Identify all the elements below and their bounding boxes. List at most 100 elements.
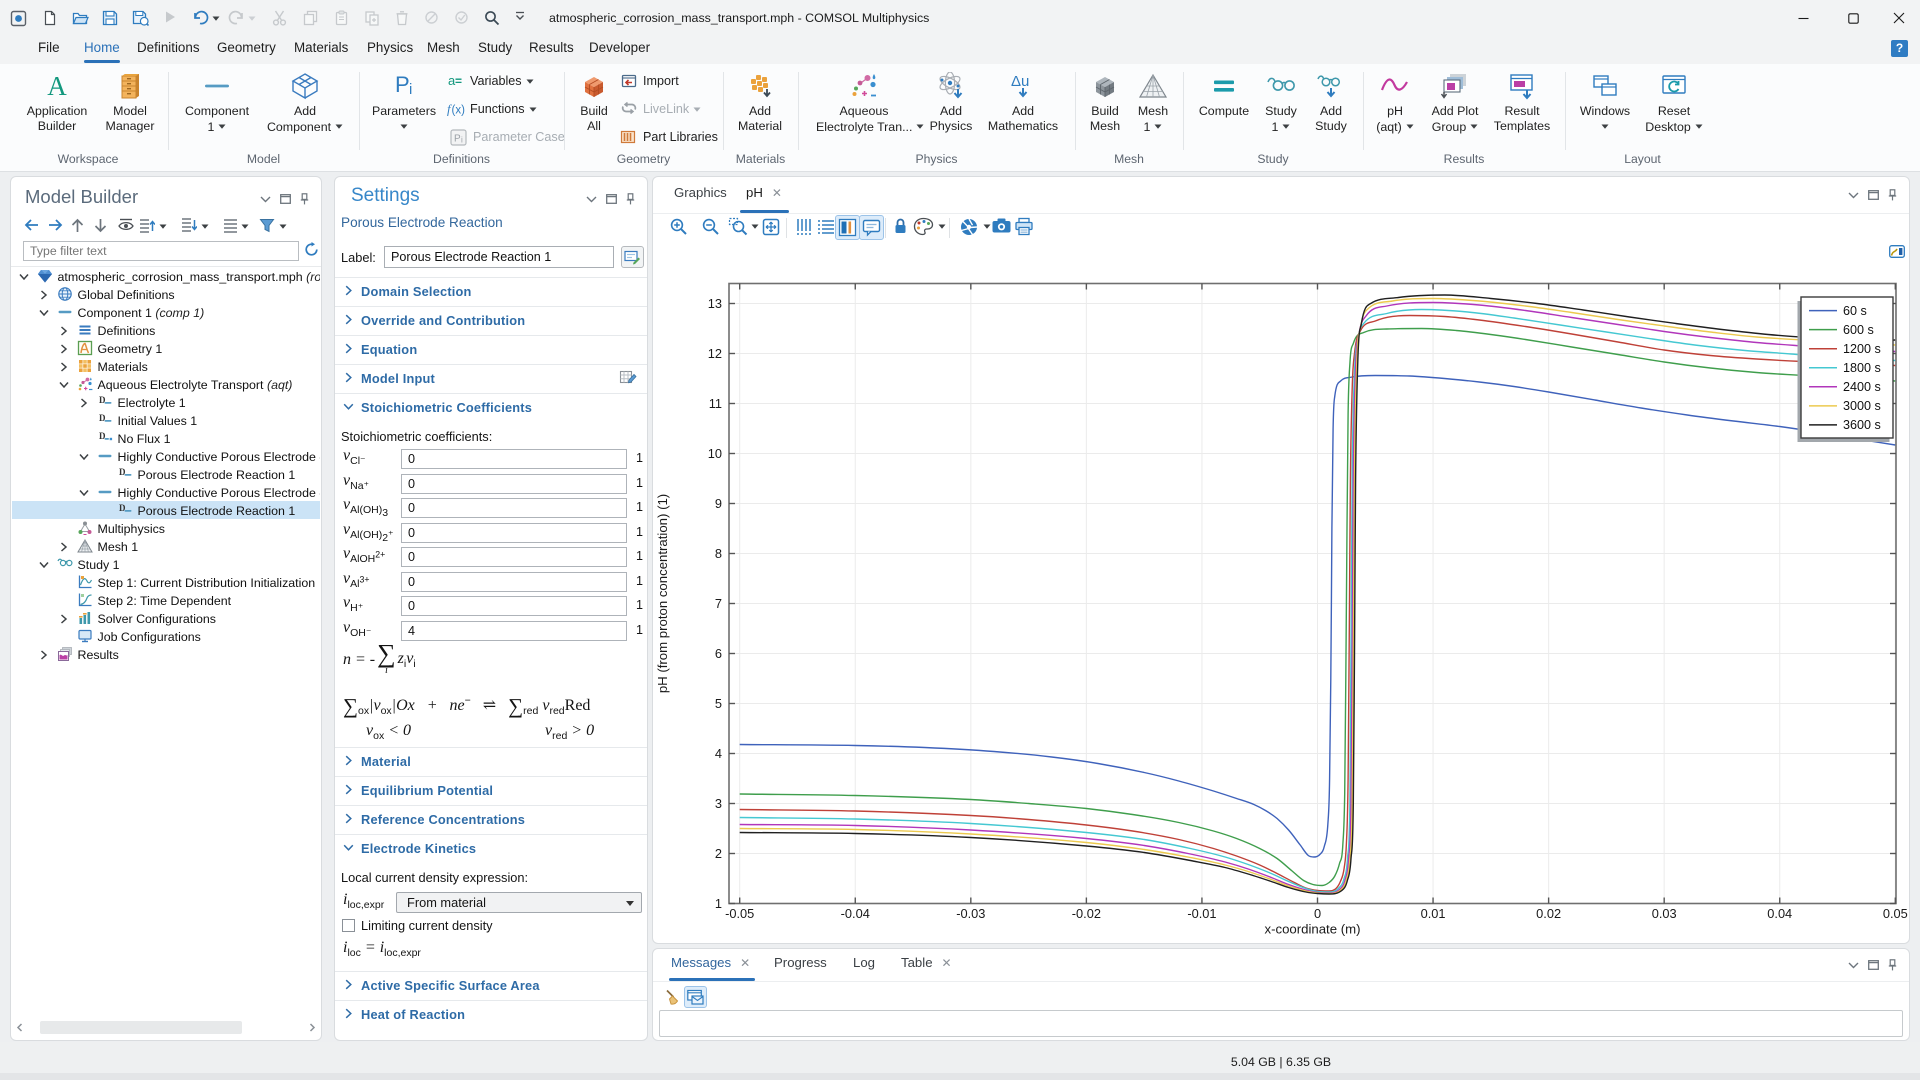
tree-item[interactable]: Highly Conductive Porous Electrode - A [12,447,320,465]
tree-item[interactable]: Study 1 [12,555,320,573]
rename-button[interactable] [621,246,644,268]
tree-item[interactable]: DElectrolyte 1 [12,393,320,411]
tree-expand-icon[interactable] [39,290,48,300]
paste-icon[interactable] [334,10,351,27]
close-button[interactable] [1876,0,1920,36]
ribbon-tab-mesh[interactable]: Mesh [427,40,460,55]
zoom-extents-icon[interactable] [761,217,781,237]
messages-tab-table[interactable]: Table✕ [901,955,952,970]
dropdown-caret-icon[interactable] [212,16,229,33]
panel-pin-icon[interactable] [626,193,635,205]
filter-text-input[interactable] [23,241,299,261]
ribbon-button-reset-desktop[interactable]: ResetDesktop [1626,68,1722,135]
expand-section-icon[interactable] [345,813,352,824]
save-icon[interactable] [102,10,119,27]
tree-collapse-icon[interactable] [19,272,29,281]
tree-item[interactable]: Materials [12,357,320,375]
delete-icon[interactable] [395,10,412,27]
tree-expand-icon[interactable] [79,398,88,408]
close-tab-icon[interactable]: ✕ [942,956,952,970]
y-grid-icon[interactable] [816,217,836,237]
panel-collapse-icon[interactable] [1848,192,1859,199]
filter-funnel-icon[interactable] [259,218,275,233]
run-icon[interactable] [163,10,180,27]
tree-expand-icon[interactable] [59,542,68,552]
tree-item[interactable]: Multiphysics [12,519,320,537]
message-window-icon[interactable] [684,986,707,1008]
duplicate-icon[interactable] [364,10,381,27]
dropdown-caret-icon[interactable] [983,224,991,229]
show-eye-icon[interactable] [117,218,135,232]
ribbon-tab-developer[interactable]: Developer [589,40,650,55]
tree-item[interactable]: Step 1: Current Distribution Initializat… [12,573,320,591]
local-current-density-dropdown[interactable]: From material [396,892,642,913]
expand-section-icon[interactable] [345,979,352,990]
section-header-electrode-kinetics[interactable]: Electrode Kinetics [335,834,647,862]
stoich-coefficient-input[interactable] [401,523,627,543]
overflow-chevron-icon[interactable] [514,10,531,27]
panel-float-icon[interactable] [1868,190,1879,200]
maximize-button[interactable] [1830,0,1876,36]
panel-pin-icon[interactable] [1888,959,1897,971]
scroll-right-icon[interactable] [306,1021,318,1034]
messages-tab-progress[interactable]: Progress [774,955,827,970]
nav-forward-icon[interactable] [47,218,64,232]
dropdown-caret-icon[interactable] [241,224,249,229]
save-to-icon[interactable] [132,10,149,27]
ribbon-tab-geometry[interactable]: Geometry [217,40,276,55]
zoom-out-icon[interactable] [701,217,721,237]
collapse-section-icon[interactable] [343,844,354,851]
section-header-reference-concentrations[interactable]: Reference Concentrations [335,805,647,833]
tree-item[interactable]: Component 1 (comp 1) [12,303,320,321]
tree-item[interactable]: Definitions [12,321,320,339]
ribbon-button-part-libraries[interactable]: Part Libraries [620,126,718,148]
dropdown-caret-icon[interactable] [159,224,167,229]
tree-item[interactable]: Solver Configurations [12,609,320,627]
stoich-coefficient-input[interactable] [401,474,627,494]
panel-collapse-icon[interactable] [586,196,597,203]
tree-expand-icon[interactable] [59,614,68,624]
messages-tab-log[interactable]: Log [853,955,875,970]
graphics-tab-graphics[interactable]: Graphics [674,185,727,200]
cut-icon[interactable] [272,10,289,27]
ribbon-button-model-manager[interactable]: ModelManager [82,68,178,134]
tree-collapse-icon[interactable] [39,560,49,569]
tree-expand-icon[interactable] [59,326,68,336]
tree-collapse-icon[interactable] [79,488,89,497]
x-grid-icon[interactable] [794,217,814,237]
tree-item[interactable]: Job Configurations [12,627,320,645]
tree-item[interactable]: Results [12,645,320,663]
stoich-coefficient-input[interactable] [401,572,627,592]
section-header-model-input[interactable]: Model Input [335,364,647,392]
node-group-icon[interactable] [223,218,238,233]
stoich-coefficient-input[interactable] [401,621,627,641]
move-down-icon[interactable] [94,218,107,233]
enable-node-icon[interactable] [454,10,471,27]
panel-collapse-icon[interactable] [260,196,271,203]
lock-icon[interactable] [893,217,908,235]
scrollbar-thumb[interactable] [40,1021,242,1034]
minimize-button[interactable] [1780,0,1826,36]
camera-icon[interactable] [991,217,1012,234]
panel-float-icon[interactable] [606,194,617,204]
tree-item[interactable]: Highly Conductive Porous Electrode - C [12,483,320,501]
panel-float-icon[interactable] [1868,960,1879,970]
zoom-in-icon[interactable] [669,217,689,237]
panel-pin-icon[interactable] [1888,189,1897,201]
stoich-coefficient-input[interactable] [401,596,627,616]
panel-float-icon[interactable] [280,194,291,204]
app-logo-icon[interactable] [10,10,27,27]
tree-item[interactable]: DInitial Values 1 [12,411,320,429]
ribbon-button-component-1[interactable]: Component1 [169,68,265,135]
collapse-up-icon[interactable] [139,218,155,233]
tooltip-on-icon[interactable] [859,215,884,240]
redo-icon[interactable] [228,10,245,27]
section-header-override-contribution[interactable]: Override and Contribution [335,306,647,334]
ribbon-tab-definitions[interactable]: Definitions [137,40,200,55]
ribbon-tab-physics[interactable]: Physics [367,40,413,55]
undo-icon[interactable] [192,10,209,27]
expand-section-icon[interactable] [345,343,352,354]
printer-icon[interactable] [1014,217,1034,236]
messages-tab-messages[interactable]: Messages✕ [671,955,750,970]
section-header-active-specific-surface-area[interactable]: Active Specific Surface Area [335,971,647,999]
